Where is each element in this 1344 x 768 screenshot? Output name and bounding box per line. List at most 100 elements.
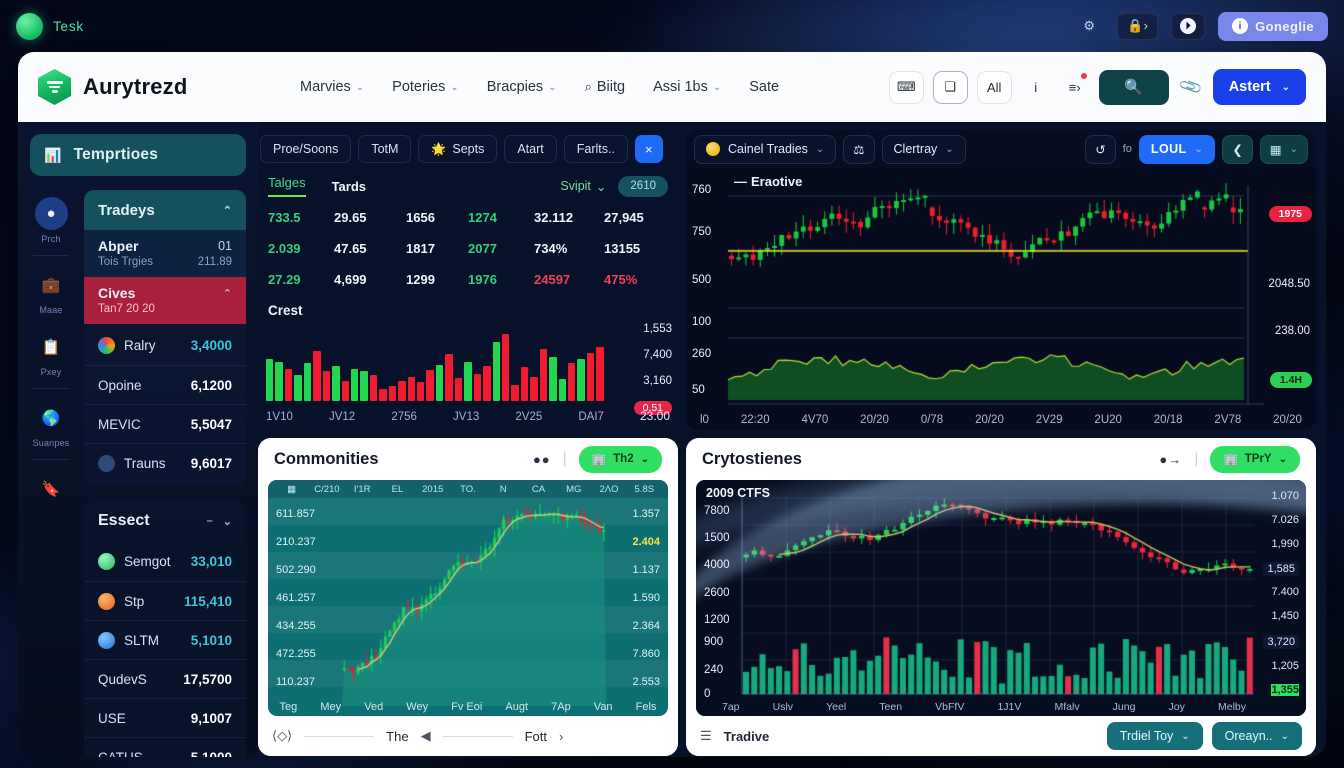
- x-tick: Fv Eoi: [451, 701, 483, 713]
- list-item[interactable]: Stp 115,410: [84, 581, 246, 620]
- y-tick: 502.290: [276, 564, 316, 576]
- commodities-panel: Commonities ●● | 🏢 Th2 ⌄ ▦ C/210 I'1R EL…: [258, 438, 678, 756]
- bar: [322, 371, 331, 401]
- sidebar-item-bookmark[interactable]: 🔖: [21, 465, 81, 511]
- chevron-down-icon: ⌄: [595, 179, 607, 194]
- account-button[interactable]: i Goneglie: [1218, 11, 1328, 41]
- bar: [294, 375, 302, 401]
- table-row[interactable]: 2.039 47.65 1817 2077 734% 13155: [260, 233, 676, 264]
- bar: [332, 366, 340, 401]
- list-item[interactable]: Opoine 6,1200: [84, 365, 246, 404]
- commodities-header: Commonities ●● | 🏢 Th2 ⌄: [258, 438, 678, 480]
- astert-button[interactable]: Astert ⌄: [1212, 69, 1306, 105]
- y-tick-right: 7.026: [1271, 514, 1299, 526]
- tab-atart[interactable]: Atart: [504, 135, 557, 163]
- trader-row-cives[interactable]: Cives ⌃ Tan7 20 20: [84, 277, 246, 324]
- crypto-footer-button-1[interactable]: Trdiel Toy ⌄: [1106, 722, 1203, 750]
- x-tick: 2V25: [515, 411, 543, 423]
- item-value: 3,4000: [190, 338, 232, 353]
- close-icon[interactable]: ×: [634, 135, 663, 163]
- hamburger-circle-icon[interactable]: [16, 12, 43, 40]
- tab-totm[interactable]: TotM: [358, 135, 412, 163]
- share-icon[interactable]: ❮: [1222, 134, 1253, 164]
- crypto-footer-button-2[interactable]: Oreayn.. ⌄: [1211, 722, 1302, 750]
- table-row[interactable]: 27.29 4,699 1299 1976 24597 475%: [260, 264, 676, 295]
- nav-item-bracpies[interactable]: Bracpies ⌄: [487, 79, 557, 95]
- crypto-chart[interactable]: 2009 CTFS 7800 1500 4000 2600 1200 900 2…: [696, 480, 1306, 716]
- puzzle-icon[interactable]: ❏: [932, 70, 968, 104]
- sidebar-item-suanpes[interactable]: 🌎 Suanpes: [21, 394, 81, 454]
- sidebar-item-pxey[interactable]: 📋 Pxey: [21, 323, 81, 383]
- symbol-selector[interactable]: Cainel Tradies ⌄: [694, 134, 837, 164]
- nav-item-biitg[interactable]: ⌕ Biitg: [585, 79, 626, 95]
- bar: [341, 380, 349, 401]
- all-filter-button[interactable]: All: [976, 70, 1012, 104]
- nav-item-marvies[interactable]: Marvies ⌄: [300, 79, 364, 95]
- settings-gear-icon[interactable]: ⚙: [1074, 13, 1104, 40]
- nav-label: Poteries: [392, 79, 446, 95]
- assets-card-header[interactable]: Essect – ⌄: [84, 502, 246, 540]
- toolbar-small-label: fo: [1122, 143, 1132, 155]
- nav-item-sate[interactable]: Sate: [749, 79, 779, 95]
- clipboard-icon[interactable]: ⌨: [888, 70, 924, 104]
- clock-icon[interactable]: ⏵: [1171, 12, 1206, 40]
- shield-wifi-icon: [38, 69, 71, 105]
- minimize-icon[interactable]: –: [207, 515, 213, 528]
- refresh-icon[interactable]: ↺: [1085, 134, 1116, 164]
- sidebar-search-pill[interactable]: 📊 Temprtioes: [30, 134, 246, 176]
- list-item[interactable]: SLTM 5,1010: [84, 620, 246, 659]
- sidebar-item-prch[interactable]: ● Prch: [21, 190, 81, 250]
- prev-icon[interactable]: ⟨◇⟩: [272, 728, 292, 744]
- table-select-svipit[interactable]: Svipit ⌄: [560, 179, 606, 194]
- trader-row-abper[interactable]: Abper 01 Tois Trgies 211.89: [84, 230, 246, 277]
- tab-septs[interactable]: 🌟 Septs: [418, 135, 498, 163]
- list-item[interactable]: MEVIC 5,5047: [84, 404, 246, 443]
- tab-farlts[interactable]: Farlts..: [563, 135, 628, 163]
- bar: [520, 367, 529, 401]
- traders-list: Ralry 3,4000 Opoine 6,1200 MEVIC 5,5047: [84, 324, 246, 486]
- overlay-selector[interactable]: Clertray ⌄: [881, 134, 966, 164]
- nav-item-assi-1bs[interactable]: Assi 1bs ⌄: [653, 79, 721, 95]
- list-item[interactable]: QudevS 17,5700: [84, 659, 246, 698]
- os-top-bar: Tesk ⚙ 🔒› ⏵ i Goneglie: [0, 0, 1344, 52]
- list-item[interactable]: Ralry 3,4000: [84, 326, 246, 365]
- x-tick: Fels: [635, 701, 657, 713]
- more-dots-icon[interactable]: ●●: [533, 452, 551, 467]
- bottom-row: Commonities ●● | 🏢 Th2 ⌄ ▦ C/210 I'1R EL…: [258, 438, 1316, 756]
- y-tick-right: 1.357: [632, 508, 660, 520]
- commodities-action-button[interactable]: 🏢 Th2 ⌄: [578, 445, 662, 473]
- list-item[interactable]: CATUS 5,1000: [84, 737, 246, 757]
- paperclip-icon[interactable]: 📎: [1174, 72, 1207, 102]
- notes-notify-icon[interactable]: ≡›: [1060, 71, 1090, 104]
- y-tick-right: 1.070: [1271, 490, 1299, 502]
- hamburger-icon[interactable]: ☰: [700, 728, 712, 744]
- lock-share-icon[interactable]: 🔒›: [1117, 12, 1159, 40]
- scale-icon[interactable]: ⚖: [843, 134, 875, 164]
- table-row[interactable]: 733.5 29.65 1656 1274 32.112 27,945: [260, 202, 676, 233]
- next-icon[interactable]: ›: [559, 729, 563, 744]
- table-tab-talges[interactable]: Talges: [268, 175, 306, 197]
- info-icon[interactable]: i: [1021, 71, 1051, 104]
- mode-button-loul[interactable]: LOUL ⌄: [1138, 134, 1216, 164]
- chevron-down-icon[interactable]: ⌄: [223, 515, 232, 528]
- sidebar-item-maae[interactable]: 💼 Maae: [21, 261, 81, 321]
- chevron-down-icon: ⌄: [815, 143, 825, 155]
- y-tick-right: 2.553: [632, 676, 660, 688]
- tab-proe-soons[interactable]: Proe/Soons: [260, 135, 352, 163]
- nav-item-poteries[interactable]: Poteries ⌄: [392, 79, 459, 95]
- list-item[interactable]: Trauns 9,6017: [84, 443, 246, 482]
- list-item[interactable]: USE 9,1007: [84, 698, 246, 737]
- grid-icon[interactable]: ▦ ⌄: [1259, 134, 1308, 164]
- crypto-action-button[interactable]: 🏢 TPrY ⌄: [1210, 445, 1300, 473]
- brand[interactable]: Aurytrezd: [38, 69, 288, 105]
- traders-card-header[interactable]: Tradeys ⌃: [84, 190, 246, 230]
- search-button[interactable]: 🔍: [1098, 69, 1169, 105]
- candle-chart-area[interactable]: — Eraotive 760 750 500 100 260 50 2048.50…: [686, 168, 1316, 430]
- play-back-icon[interactable]: ◀: [421, 728, 431, 744]
- more-arrow-icon[interactable]: ●→: [1159, 452, 1182, 467]
- y-tick-right: 7.400: [1271, 586, 1299, 598]
- commodities-chart[interactable]: ▦ C/210 I'1R EL 2015 TO. N CA MG 2ΛO 5.8…: [268, 480, 668, 716]
- crest-title: Crest: [268, 303, 303, 318]
- list-item[interactable]: Semgot 33,010: [84, 542, 246, 581]
- table-tab-tards[interactable]: Tards: [332, 179, 366, 194]
